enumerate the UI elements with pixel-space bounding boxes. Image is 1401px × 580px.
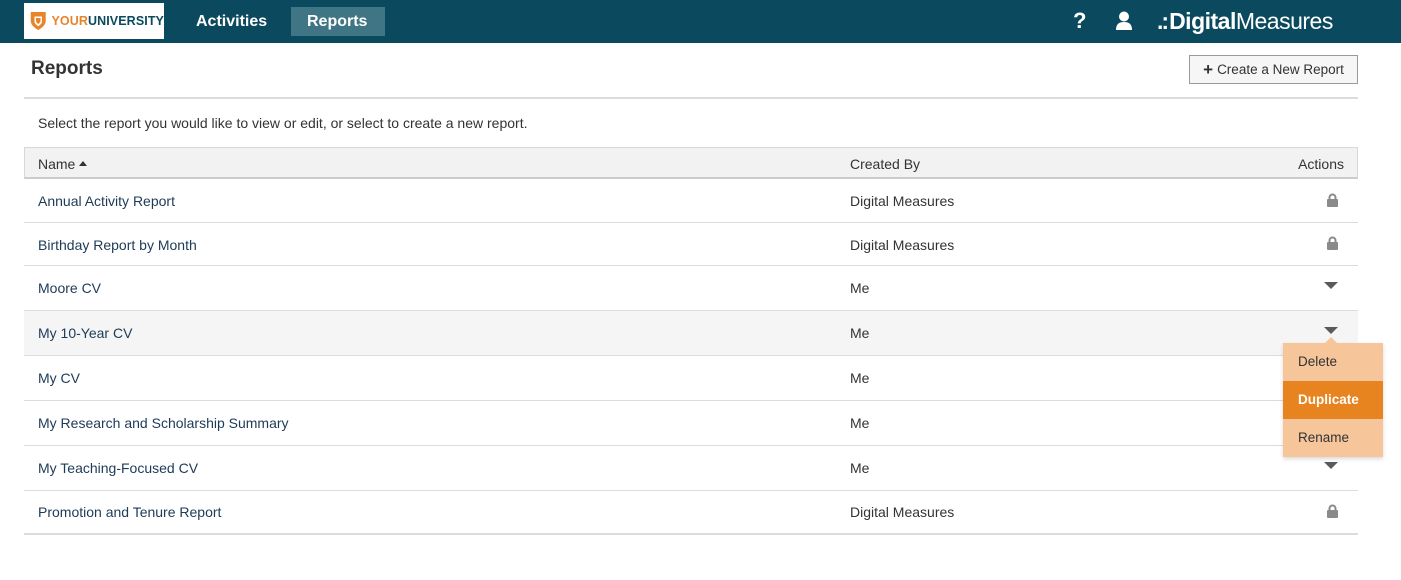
report-actions-menu: Delete Duplicate Rename: [1283, 337, 1383, 457]
create-new-report-label: Create a New Report: [1217, 62, 1344, 77]
table-row[interactable]: Promotion and Tenure Report Digital Meas…: [24, 491, 1358, 535]
intro-text: Select the report you would like to view…: [38, 115, 528, 131]
lock-icon: [1326, 236, 1339, 254]
report-created-by: Me: [850, 280, 870, 296]
table-row[interactable]: My 10-Year CV Me: [24, 311, 1358, 356]
report-name-link[interactable]: Promotion and Tenure Report: [38, 504, 221, 520]
university-logo[interactable]: YOURUNIVERSITY: [24, 3, 164, 39]
user-icon[interactable]: [1115, 11, 1133, 36]
report-name-link[interactable]: Annual Activity Report: [38, 193, 175, 209]
top-navigation-bar: YOURUNIVERSITY Activities Reports ? .:Di…: [0, 0, 1401, 43]
report-created-by: Me: [850, 325, 870, 341]
report-name-link[interactable]: My 10-Year CV: [38, 325, 132, 341]
report-name-link[interactable]: Moore CV: [38, 280, 101, 296]
sort-ascending-icon: [79, 161, 88, 167]
create-new-report-button[interactable]: + Create a New Report: [1189, 55, 1358, 84]
report-created-by: Digital Measures: [850, 193, 955, 209]
column-header-actions: Actions: [1298, 156, 1344, 172]
table-row[interactable]: My Teaching-Focused CV Me: [24, 446, 1358, 491]
help-icon[interactable]: ?: [1073, 8, 1086, 34]
menu-item-delete[interactable]: Delete: [1283, 343, 1383, 381]
report-created-by: Digital Measures: [850, 237, 955, 253]
brand-measures: Measures: [1235, 8, 1333, 34]
nav-activities[interactable]: Activities: [180, 7, 283, 36]
report-name-link[interactable]: My Research and Scholarship Summary: [38, 415, 289, 431]
menu-pointer: [1325, 337, 1337, 343]
report-name-link[interactable]: My CV: [38, 370, 80, 386]
shield-logo-icon: [30, 12, 46, 30]
logo-text-your: YOUR: [51, 14, 88, 28]
brand-digital: Digital: [1169, 8, 1236, 34]
menu-caret-icon[interactable]: [1324, 462, 1338, 469]
menu-item-rename[interactable]: Rename: [1283, 419, 1383, 457]
brand-dots: .:: [1157, 8, 1169, 34]
page-title: Reports: [31, 58, 103, 79]
digital-measures-brand: .:DigitalMeasures: [1157, 8, 1333, 34]
plus-icon: +: [1203, 60, 1214, 79]
report-name-link[interactable]: Birthday Report by Month: [38, 237, 197, 253]
report-name-link[interactable]: My Teaching-Focused CV: [38, 460, 198, 476]
menu-caret-icon[interactable]: [1324, 327, 1338, 334]
nav-reports[interactable]: Reports: [291, 7, 385, 36]
menu-caret-icon[interactable]: [1324, 282, 1338, 289]
table-row[interactable]: My Research and Scholarship Summary Me: [24, 401, 1358, 446]
column-header-name-label: Name: [38, 156, 76, 172]
lock-icon: [1326, 504, 1339, 522]
column-header-created-by: Created By: [850, 156, 921, 172]
header-divider: [24, 97, 1358, 99]
report-created-by: Me: [850, 460, 870, 476]
reports-table-header: Name Created By Actions: [24, 147, 1358, 179]
table-row[interactable]: Birthday Report by Month Digital Measure…: [24, 223, 1358, 266]
logo-text-university: UNIVERSITY: [87, 14, 164, 28]
report-created-by: Me: [850, 370, 870, 386]
report-created-by: Me: [850, 415, 870, 431]
table-row[interactable]: Moore CV Me: [24, 266, 1358, 311]
table-row[interactable]: My CV Me: [24, 356, 1358, 401]
report-created-by: Digital Measures: [850, 504, 955, 520]
lock-icon: [1326, 193, 1339, 211]
table-row[interactable]: Annual Activity Report Digital Measures: [24, 179, 1358, 223]
menu-item-duplicate[interactable]: Duplicate: [1283, 381, 1383, 419]
logo-text: YOURUNIVERSITY: [51, 14, 164, 28]
column-header-name[interactable]: Name: [38, 156, 88, 172]
